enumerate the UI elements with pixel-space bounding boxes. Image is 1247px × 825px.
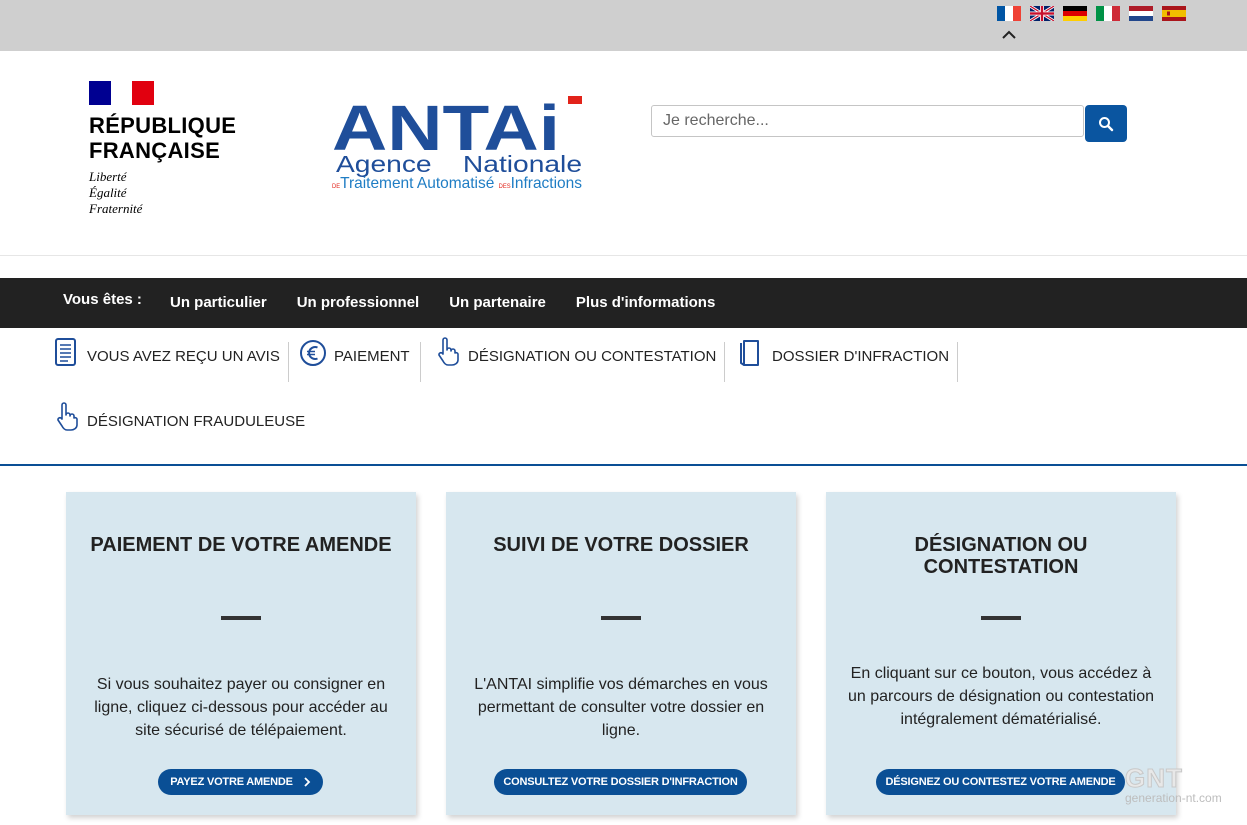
- antai-line-1: Agence Nationale: [336, 151, 582, 177]
- rf-name-line-2: FRANÇAISE: [89, 138, 221, 163]
- pointing-hand-icon: [438, 337, 459, 366]
- quick-link-fraude-label: DÉSIGNATION FRAUDULEUSE: [87, 413, 306, 430]
- quick-link-dossier[interactable]: DOSSIER D'INFRACTION: [738, 336, 949, 366]
- card-suivi: SUIVI DE VOTRE DOSSIER L'ANTAI simplifie…: [446, 492, 796, 815]
- main-nav: Vous êtes : Un particulier Un profession…: [0, 278, 1247, 328]
- search-input[interactable]: [651, 105, 1084, 137]
- marianne-flag-icon: [89, 81, 155, 105]
- antai-line2-a: Traitement Automatisé: [340, 175, 499, 192]
- separator: [957, 342, 958, 382]
- pointing-hand-icon: [57, 402, 78, 431]
- rf-name-line-1: RÉPUBLIQUE: [89, 113, 237, 138]
- watermark-logo-text: GNT: [1125, 763, 1183, 794]
- card-title: DÉSIGNATION OU CONTESTATION: [914, 534, 1088, 578]
- republique-motto: Liberté Égalité Fraternité: [89, 169, 249, 217]
- quick-link-fraude[interactable]: DÉSIGNATION FRAUDULEUSE: [53, 401, 305, 431]
- consult-file-button[interactable]: CONSULTEZ VOTRE DOSSIER D'INFRACTION: [494, 769, 747, 795]
- flag-fr-icon[interactable]: [997, 6, 1021, 21]
- document-icon: [55, 338, 76, 366]
- flag-es-icon[interactable]: [1162, 6, 1186, 21]
- gnt-watermark: GNT generation-nt.com: [1125, 763, 1235, 808]
- nav-intro-label: Vous êtes :: [63, 291, 142, 308]
- quick-link-designation-label: DÉSIGNATION OU CONTESTATION: [468, 348, 717, 365]
- designate-contest-button-label: DÉSIGNEZ OU CONTESTEZ VOTRE AMENDE: [885, 776, 1116, 788]
- card-paiement: PAIEMENT DE VOTRE AMENDE Si vous souhait…: [66, 492, 416, 815]
- nav-item-plus-informations[interactable]: Plus d'informations: [576, 294, 715, 311]
- card-divider: [601, 616, 641, 620]
- flag-it-icon[interactable]: [1096, 6, 1120, 21]
- pay-fine-button-label: PAYEZ VOTRE AMENDE: [170, 776, 293, 788]
- search-button[interactable]: [1085, 105, 1127, 142]
- chevron-up-icon[interactable]: [1001, 30, 1017, 40]
- nav-item-professionnel[interactable]: Un professionnel: [297, 294, 420, 311]
- motto-fraternite: Fraternité: [89, 201, 143, 216]
- flag-uk-icon[interactable]: [1030, 6, 1054, 21]
- quick-link-avis-label: VOUS AVEZ REÇU UN AVIS: [87, 348, 280, 365]
- quick-link-dossier-label: DOSSIER D'INFRACTION: [772, 348, 950, 365]
- pay-fine-button[interactable]: PAYEZ VOTRE AMENDE: [158, 769, 323, 795]
- designate-contest-button[interactable]: DÉSIGNEZ OU CONTESTEZ VOTRE AMENDE: [876, 769, 1125, 795]
- consult-file-button-label: CONSULTEZ VOTRE DOSSIER D'INFRACTION: [503, 776, 738, 788]
- antai-line2-prefix: DE: [332, 184, 340, 190]
- euro-icon: [300, 340, 326, 366]
- card-description: Si vous souhaitez payer ou consigner en …: [94, 676, 388, 739]
- flag-nl-icon[interactable]: [1129, 6, 1153, 21]
- nav-item-particulier[interactable]: Un particulier: [170, 294, 267, 311]
- quick-link-paiement[interactable]: PAIEMENT: [300, 336, 410, 366]
- separator: [288, 342, 289, 382]
- motto-liberte: Liberté: [89, 169, 127, 184]
- motto-egalite: Égalité: [89, 185, 127, 200]
- language-flags: [997, 6, 1186, 21]
- quick-link-designation[interactable]: DÉSIGNATION OU CONTESTATION: [434, 336, 716, 366]
- card-designation: DÉSIGNATION OU CONTESTATION En cliquant …: [826, 492, 1176, 815]
- search-icon: [1099, 116, 1114, 131]
- watermark-site-text: generation-nt.com: [1125, 791, 1222, 805]
- search-bar: [651, 105, 1127, 143]
- card-title: SUIVI DE VOTRE DOSSIER: [493, 534, 749, 556]
- separator: [724, 342, 725, 382]
- svg-text:Agence Nationale: Agence Nationale: [336, 151, 582, 177]
- chevron-right-icon: [304, 777, 311, 787]
- card-description: L'ANTAI simplifie vos démarches en vous …: [474, 676, 768, 739]
- folder-icon: [740, 340, 759, 366]
- svg-text:DETraitement Automatisé DESInf: DETraitement Automatisé DESInfractions: [332, 175, 582, 192]
- card-description: En cliquant sur ce bouton, vous accédez …: [848, 665, 1154, 728]
- separator: [420, 342, 421, 382]
- language-bar: [0, 0, 1247, 51]
- antai-line2-mid: DES: [499, 184, 511, 190]
- republique-francaise-logo[interactable]: RÉPUBLIQUE FRANÇAISE Liberté Égalité Fra…: [89, 81, 249, 221]
- card-divider: [221, 616, 261, 620]
- nav-links: Un particulier Un professionnel Un parte…: [170, 294, 715, 311]
- nav-item-partenaire[interactable]: Un partenaire: [449, 294, 546, 311]
- site-header: RÉPUBLIQUE FRANÇAISE Liberté Égalité Fra…: [0, 51, 1247, 256]
- card-divider: [981, 616, 1021, 620]
- card-title: PAIEMENT DE VOTRE AMENDE: [90, 534, 392, 556]
- republique-francaise-name: RÉPUBLIQUE FRANÇAISE: [89, 113, 249, 163]
- antai-logo[interactable]: ANTAi Agence Nationale DETraitement Auto…: [332, 96, 592, 201]
- flag-de-icon[interactable]: [1063, 6, 1087, 21]
- antai-line2-b: Infractions: [511, 175, 582, 192]
- quick-link-avis[interactable]: VOUS AVEZ REÇU UN AVIS: [53, 336, 280, 366]
- quick-link-paiement-label: PAIEMENT: [334, 348, 410, 365]
